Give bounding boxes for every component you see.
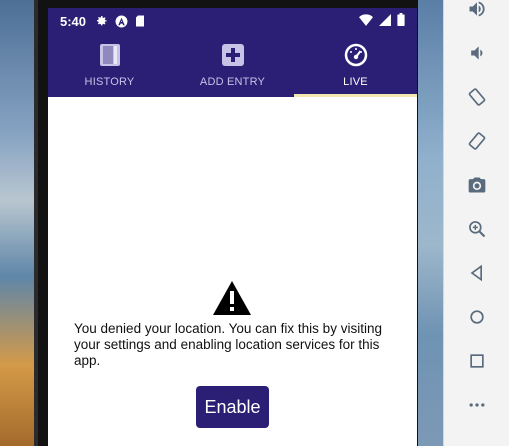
overview-icon[interactable] xyxy=(462,346,492,376)
device-screen: 5:40 HISTORY ADD ENTRY LIVE You denied y… xyxy=(48,0,417,446)
gear-icon xyxy=(96,15,108,27)
status-bar: 5:40 xyxy=(48,8,417,34)
tab-live[interactable]: LIVE xyxy=(294,34,417,97)
screen-bezel xyxy=(48,0,417,8)
rotate-left-icon[interactable] xyxy=(462,82,492,112)
camera-icon[interactable] xyxy=(462,170,492,200)
tab-history-label: HISTORY xyxy=(84,76,135,88)
tab-history[interactable]: HISTORY xyxy=(48,34,171,97)
volume-down-icon[interactable] xyxy=(462,38,492,68)
tab-add-entry-label: ADD ENTRY xyxy=(199,76,266,88)
warning-icon xyxy=(212,280,252,316)
location-denied-message: You denied your location. You can fix th… xyxy=(74,321,382,368)
status-time: 5:40 xyxy=(60,13,87,29)
speedometer-icon xyxy=(344,43,368,70)
cellular-icon xyxy=(379,13,391,29)
plus-box-icon xyxy=(221,43,245,70)
home-icon[interactable] xyxy=(462,302,492,332)
live-content: You denied your location. You can fix th… xyxy=(48,97,417,446)
tab-bar: HISTORY ADD ENTRY LIVE xyxy=(48,34,417,97)
desktop-wallpaper-right xyxy=(418,0,444,446)
emulator-toolbar xyxy=(443,0,509,446)
enable-button[interactable]: Enable xyxy=(196,386,269,428)
battery-icon xyxy=(397,13,405,29)
sd-card-icon xyxy=(135,15,145,27)
back-icon[interactable] xyxy=(462,258,492,288)
rotate-right-icon[interactable] xyxy=(462,126,492,156)
book-icon xyxy=(99,43,121,70)
zoom-icon[interactable] xyxy=(462,214,492,244)
tab-add-entry[interactable]: ADD ENTRY xyxy=(171,34,294,97)
wifi-icon xyxy=(359,13,373,29)
volume-up-icon[interactable] xyxy=(462,0,492,24)
a-badge-icon xyxy=(115,15,128,28)
tab-live-label: LIVE xyxy=(343,76,368,88)
more-icon[interactable] xyxy=(462,390,492,420)
